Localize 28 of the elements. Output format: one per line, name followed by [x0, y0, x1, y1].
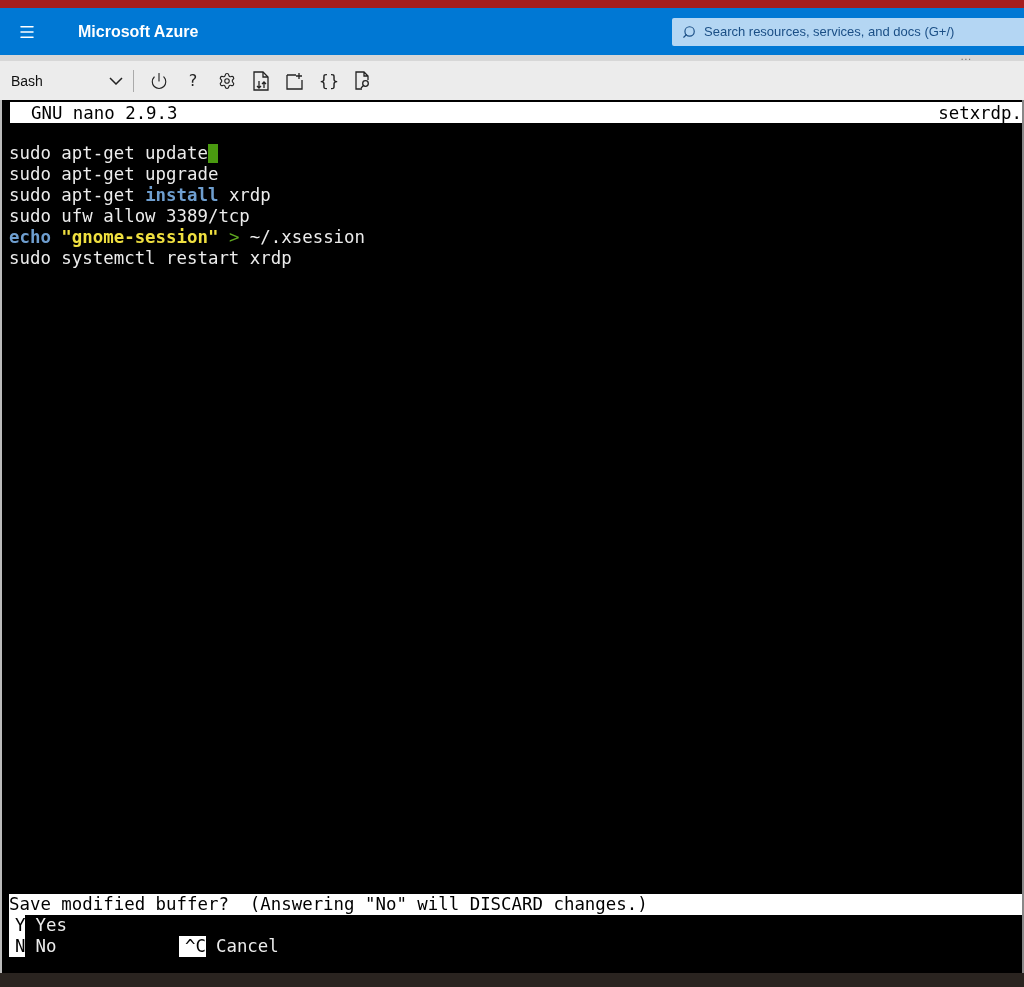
option-label: Cancel [215, 936, 279, 957]
code-line: echo "gnome-session" > ~/.xsession [9, 227, 365, 248]
shell-dropdown[interactable]: Bash [11, 69, 134, 92]
power-icon [150, 71, 168, 90]
editor-version: GNU nano 2.9.3 [29, 102, 178, 123]
option-label: Yes [35, 915, 67, 936]
settings-icon [218, 71, 236, 90]
code-line: sudo systemctl restart xrdp [9, 248, 292, 269]
toolbar-button[interactable]: {} [312, 67, 346, 94]
file-name: setxrdp. [938, 102, 1022, 123]
app-title: Microsoft Azure [78, 22, 200, 41]
option-label: No [35, 936, 57, 957]
code-line: sudo ufw allow 3389/tcp [9, 206, 250, 227]
code-line: sudo apt-get upgrade [9, 164, 219, 185]
toolbar-button[interactable]: ? [176, 67, 210, 94]
new-file-icon [286, 71, 304, 90]
chevron-icon [109, 76, 123, 85]
code-line: sudo apt-get install xrdp [9, 185, 271, 206]
file-arrows-icon [253, 70, 269, 91]
shortcut-key: ^C [179, 936, 206, 957]
save-prompt: Save modified buffer? (Answering "No" will DISCARD changes.) [9, 894, 1022, 915]
shortcut-key: N [9, 936, 26, 957]
code-line: sudo apt-get update [9, 143, 208, 164]
shortcut-key: Y [9, 915, 26, 936]
more-menu[interactable]: ... [960, 55, 972, 61]
search-field[interactable]: Search resources, services, and docs (G+/) [672, 17, 1024, 46]
file-search-icon [355, 71, 371, 90]
search-icon [682, 24, 696, 39]
